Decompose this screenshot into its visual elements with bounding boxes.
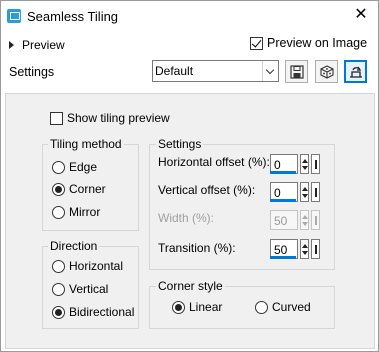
preset-dropdown[interactable]: Default <box>152 60 279 82</box>
direction-label: Direction <box>48 239 100 253</box>
chevron-down-icon[interactable] <box>262 61 278 81</box>
radio-corner[interactable]: Corner <box>52 182 106 196</box>
horizontal-offset-label: Horizontal offset (%): <box>158 155 270 169</box>
slider-handle-icon <box>311 210 320 230</box>
vertical-offset-spinner[interactable]: 0 <box>270 182 321 202</box>
radio-linear-circle[interactable] <box>172 300 185 314</box>
spin-arrows-icon[interactable] <box>300 239 309 259</box>
radio-linear[interactable]: Linear <box>172 300 222 314</box>
corner-style-label: Corner style <box>156 279 225 293</box>
settings-group-label: Settings <box>156 137 204 151</box>
radio-edge-circle[interactable] <box>52 160 65 174</box>
transition-bar <box>270 256 296 259</box>
radio-corner-label: Corner <box>69 182 106 196</box>
radio-edge[interactable]: Edge <box>52 160 97 174</box>
radio-curved-label: Curved <box>272 300 311 314</box>
radio-edge-label: Edge <box>69 160 98 174</box>
show-tiling-preview-box[interactable] <box>50 111 63 125</box>
radio-mirror-circle[interactable] <box>52 205 65 219</box>
preview-on-image-label: Preview on Image <box>267 36 368 50</box>
width-label: Width (%): <box>158 211 215 225</box>
randomize-button[interactable] <box>315 60 338 83</box>
radio-horizontal[interactable]: Horizontal <box>52 259 123 273</box>
reset-icon <box>349 66 362 78</box>
radio-corner-circle[interactable] <box>52 182 65 196</box>
title-bar: Seamless Tiling ✕ <box>1 1 378 31</box>
radio-vertical-label: Vertical <box>69 282 109 296</box>
vertical-offset-bar <box>270 199 296 202</box>
radio-vertical-circle[interactable] <box>52 282 65 296</box>
radio-vertical[interactable]: Vertical <box>52 282 108 296</box>
dialog-title: Seamless Tiling <box>27 9 119 24</box>
expand-arrow-icon <box>9 41 14 49</box>
preview-on-image-box[interactable] <box>250 36 263 50</box>
radio-horizontal-circle[interactable] <box>52 259 65 273</box>
radio-bidirectional[interactable]: Bidirectional <box>52 305 134 319</box>
radio-linear-label: Linear <box>189 300 223 314</box>
horizontal-offset-bar <box>270 171 296 174</box>
vertical-offset-label: Vertical offset (%): <box>158 183 256 197</box>
save-icon <box>289 64 304 79</box>
radio-mirror-label: Mirror <box>69 205 101 219</box>
dialog-window: Seamless Tiling ✕ Preview Preview on Ima… <box>0 0 379 352</box>
radio-bidirectional-label: Bidirectional <box>69 305 135 319</box>
close-icon[interactable]: ✕ <box>349 4 373 26</box>
tiling-method-label: Tiling method <box>48 137 124 151</box>
slider-handle-icon[interactable] <box>311 154 320 174</box>
settings-label: Settings <box>9 65 55 79</box>
width-input: 50 <box>270 210 298 230</box>
transition-spinner[interactable]: 50 <box>270 239 321 259</box>
radio-curved-circle[interactable] <box>255 300 268 314</box>
spin-arrows-icon <box>300 210 309 230</box>
slider-handle-icon[interactable] <box>311 182 320 202</box>
spin-arrows-icon[interactable] <box>300 154 309 174</box>
radio-mirror[interactable]: Mirror <box>52 205 100 219</box>
show-tiling-preview-checkbox[interactable]: Show tiling preview <box>50 111 170 125</box>
spin-arrows-icon[interactable] <box>300 182 309 202</box>
preview-expander[interactable]: Preview <box>9 37 65 53</box>
transition-label: Transition (%): <box>158 241 236 255</box>
radio-curved[interactable]: Curved <box>255 300 311 314</box>
width-spinner: 50 <box>270 210 321 230</box>
preview-label: Preview <box>22 38 65 52</box>
radio-horizontal-label: Horizontal <box>69 259 124 273</box>
horizontal-offset-spinner[interactable]: 0 <box>270 154 321 174</box>
save-preset-button[interactable] <box>285 60 308 83</box>
preset-value: Default <box>155 64 194 78</box>
preview-on-image-checkbox[interactable]: Preview on Image <box>250 36 367 50</box>
radio-bidirectional-circle[interactable] <box>52 305 65 319</box>
reset-button[interactable] <box>344 60 367 83</box>
app-icon <box>7 9 21 23</box>
show-tiling-preview-label: Show tiling preview <box>67 111 170 125</box>
slider-handle-icon[interactable] <box>311 239 320 259</box>
dice-icon <box>319 64 334 79</box>
